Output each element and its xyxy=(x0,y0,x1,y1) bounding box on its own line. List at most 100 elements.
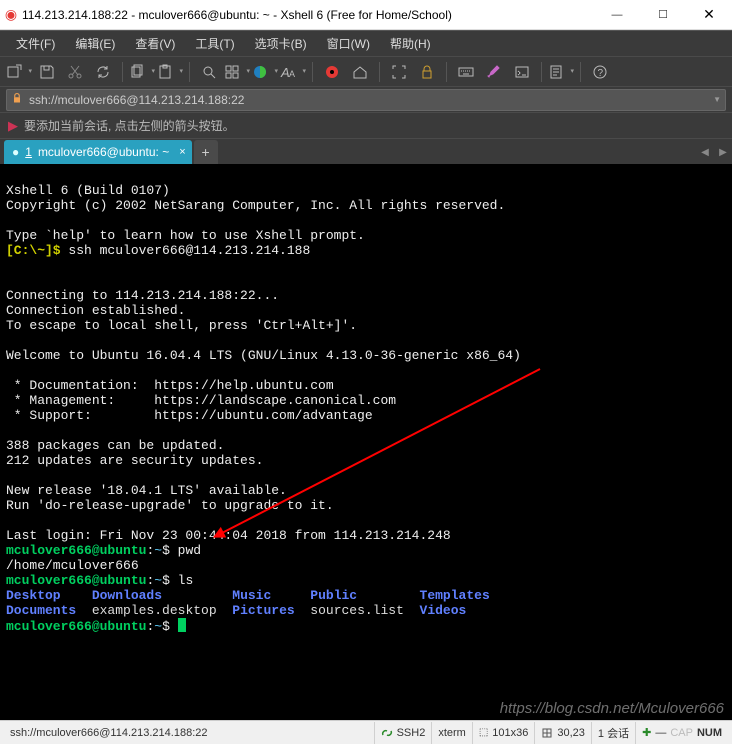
terminal-line: Connection established. xyxy=(6,303,185,318)
cursor xyxy=(178,618,186,632)
tabs-row: ● 1 mculover666@ubuntu: ~ × + ◀ ▶ xyxy=(0,138,732,164)
ls-item: Videos xyxy=(420,603,467,618)
ps-user: mculover666@ubuntu xyxy=(6,573,146,588)
new-session-button[interactable] xyxy=(6,60,32,84)
minus-icon: — xyxy=(655,727,666,739)
terminal-line: To escape to local shell, press 'Ctrl+Al… xyxy=(6,318,357,333)
title-bar: ◉ 114.213.214.188:22 - mculover666@ubunt… xyxy=(0,0,732,30)
separator xyxy=(189,62,190,82)
local-prompt: [C:\~]$ xyxy=(6,243,68,258)
ls-item: examples.desktop xyxy=(92,603,217,618)
watermark: https://blog.csdn.net/Mculover666 xyxy=(500,701,724,716)
cmd-pwd: pwd xyxy=(178,543,201,558)
address-field[interactable]: ssh://mculover666@114.213.214.188:22 ▼ xyxy=(6,89,726,111)
session-tab[interactable]: ● 1 mculover666@ubuntu: ~ × xyxy=(4,140,192,164)
ls-item: Downloads xyxy=(92,588,162,603)
cut-button[interactable] xyxy=(62,60,88,84)
window-icon: ⬚ xyxy=(479,727,488,738)
terminal-line: 388 packages can be updated. xyxy=(6,438,224,453)
ps-user: mculover666@ubuntu xyxy=(6,543,146,558)
dropdown-icon[interactable]: ▼ xyxy=(709,95,721,104)
terminal-line: * Management: https://landscape.canonica… xyxy=(6,393,396,408)
lock-button[interactable] xyxy=(414,60,440,84)
new-tab-button[interactable]: + xyxy=(194,140,218,164)
separator xyxy=(379,62,380,82)
terminal-line: Type `help' to learn how to use Xshell p… xyxy=(6,228,365,243)
terminal-line: Run 'do-release-upgrade' to upgrade to i… xyxy=(6,498,334,513)
link-icon xyxy=(381,727,393,739)
tile-button[interactable] xyxy=(224,60,250,84)
address-bar: ssh://mculover666@114.213.214.188:22 ▼ xyxy=(0,86,732,112)
separator xyxy=(580,62,581,82)
status-bar: ssh://mculover666@114.213.214.188:22 SSH… xyxy=(0,720,732,744)
script-button[interactable] xyxy=(548,60,574,84)
xshell-button[interactable] xyxy=(319,60,345,84)
ls-item: Public xyxy=(310,588,357,603)
menu-bar: 文件(F) 编辑(E) 查看(V) 工具(T) 选项卡(B) 窗口(W) 帮助(… xyxy=(0,30,732,56)
keyboard-button[interactable] xyxy=(453,60,479,84)
minimize-button[interactable]: — xyxy=(594,0,640,30)
terminal-line: Welcome to Ubuntu 16.04.4 LTS (GNU/Linux… xyxy=(6,348,521,363)
tab-index: 1 xyxy=(25,145,32,159)
ls-item: Templates xyxy=(420,588,490,603)
close-button[interactable]: ✕ xyxy=(686,0,732,30)
copy-button[interactable] xyxy=(129,60,155,84)
tab-prev-button[interactable]: ◀ xyxy=(696,147,714,164)
menu-view[interactable]: 查看(V) xyxy=(125,31,185,56)
out-pwd: /home/mculover666 xyxy=(6,558,139,573)
menu-tabs[interactable]: 选项卡(B) xyxy=(245,31,317,56)
fullscreen-button[interactable] xyxy=(386,60,412,84)
ls-item: Pictures xyxy=(232,603,294,618)
status-cursor: 30,23 xyxy=(535,722,592,744)
font-button[interactable]: AA xyxy=(280,60,306,84)
flag-icon: ▶ xyxy=(8,118,18,134)
terminal-line: 212 updates are security updates. xyxy=(6,453,263,468)
ps-path: ~ xyxy=(154,573,162,588)
terminal-line: Last login: Fri Nov 23 00:44:04 2018 fro… xyxy=(6,528,451,543)
color-scheme-button[interactable] xyxy=(252,60,278,84)
separator xyxy=(446,62,447,82)
ps-path: ~ xyxy=(154,543,162,558)
app-icon: ◉ xyxy=(0,6,22,23)
maximize-button[interactable]: ☐ xyxy=(640,0,686,30)
home-button[interactable] xyxy=(347,60,373,84)
status-protocol: SSH2 xyxy=(375,722,433,744)
tab-next-button[interactable]: ▶ xyxy=(714,147,732,164)
menu-window[interactable]: 窗口(W) xyxy=(317,31,380,56)
cmd-ssh: ssh mculover666@114.213.214.188 xyxy=(68,243,310,258)
svg-text:?: ? xyxy=(598,68,604,79)
status-composite: ✚ — CAP NUM xyxy=(636,722,728,744)
status-connection: ssh://mculover666@114.213.214.188:22 xyxy=(4,722,375,744)
tab-close-button[interactable]: × xyxy=(175,146,185,158)
menu-help[interactable]: 帮助(H) xyxy=(380,31,441,56)
ps-path: ~ xyxy=(154,619,162,634)
address-text: ssh://mculover666@114.213.214.188:22 xyxy=(29,93,244,107)
lock-icon xyxy=(11,92,25,107)
find-button[interactable] xyxy=(196,60,222,84)
terminal-line: Copyright (c) 2002 NetSarang Computer, I… xyxy=(6,198,505,213)
highlight-button[interactable] xyxy=(481,60,507,84)
separator xyxy=(312,62,313,82)
grid-icon xyxy=(541,727,553,739)
terminal-button[interactable] xyxy=(509,60,535,84)
hint-bar: ▶ 要添加当前会话, 点击左侧的箭头按钮。 xyxy=(0,112,732,138)
reconnect-button[interactable] xyxy=(90,60,116,84)
bullet-icon: ● xyxy=(12,145,19,159)
ls-item: Desktop xyxy=(6,588,61,603)
ls-item: Music xyxy=(232,588,271,603)
menu-edit[interactable]: 编辑(E) xyxy=(65,31,125,56)
menu-file[interactable]: 文件(F) xyxy=(6,31,65,56)
menu-tools[interactable]: 工具(T) xyxy=(185,31,244,56)
status-size: ⬚ 101x36 xyxy=(473,722,536,744)
terminal-line: * Documentation: https://help.ubuntu.com xyxy=(6,378,334,393)
save-button[interactable] xyxy=(34,60,60,84)
window-title: 114.213.214.188:22 - mculover666@ubuntu:… xyxy=(22,8,594,22)
help-button[interactable]: ? xyxy=(587,60,613,84)
terminal-line: Xshell 6 (Build 0107) xyxy=(6,183,170,198)
terminal-line: New release '18.04.1 LTS' available. xyxy=(6,483,287,498)
ls-item: Documents xyxy=(6,603,76,618)
terminal[interactable]: Xshell 6 (Build 0107) Copyright (c) 2002… xyxy=(0,164,732,720)
terminal-line: * Support: https://ubuntu.com/advantage xyxy=(6,408,373,423)
paste-button[interactable] xyxy=(157,60,183,84)
status-sessions: 1 会话 xyxy=(592,722,636,744)
